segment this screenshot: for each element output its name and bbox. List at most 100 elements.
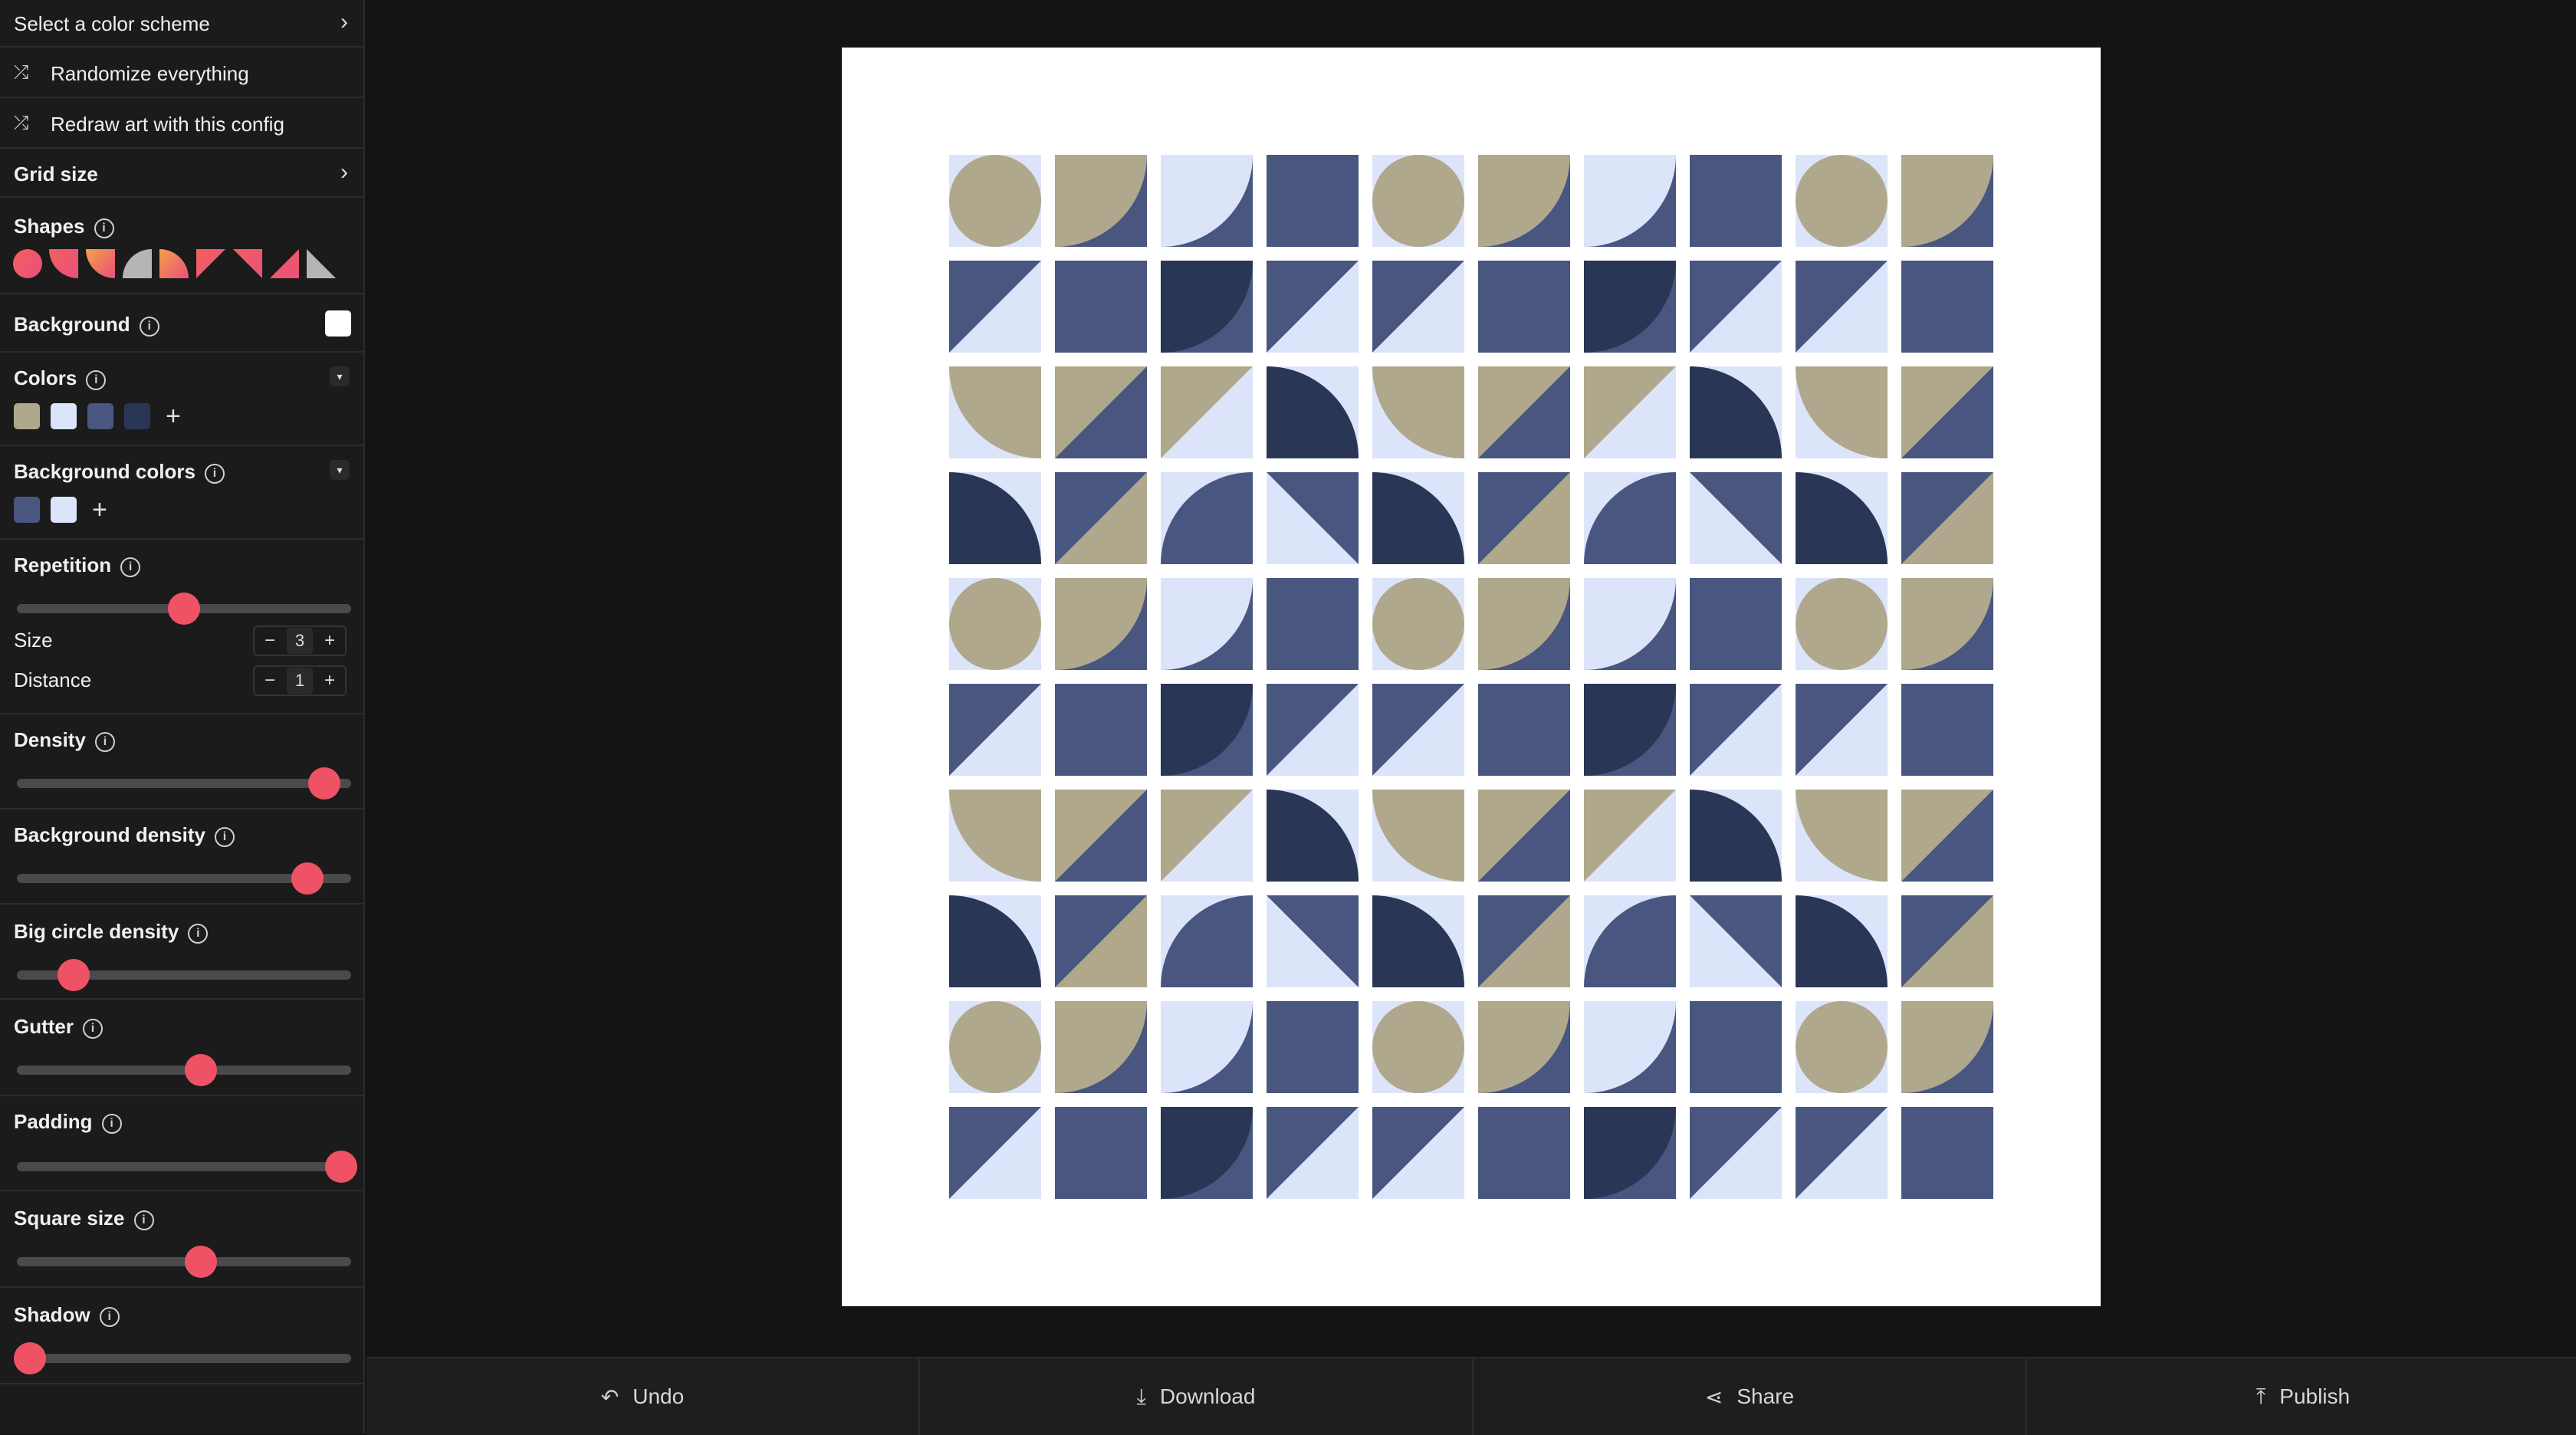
distance-value[interactable]: 1 <box>287 668 313 694</box>
square-size-label: Square size <box>14 1207 125 1230</box>
triangle-shape-icon[interactable] <box>196 249 225 278</box>
background-density-slider-handle[interactable] <box>291 862 324 895</box>
increment-distance-button[interactable]: + <box>314 670 345 691</box>
repetition-slider-handle[interactable] <box>168 593 200 625</box>
art-tile <box>1901 261 1993 353</box>
quarter-circle-orange-shape-icon[interactable] <box>159 249 189 278</box>
big-circle-density-label: Big circle density <box>14 920 179 943</box>
redraw-button[interactable]: ⤮ Redraw art with this config <box>0 98 365 149</box>
undo-button[interactable]: ↶ Undo <box>366 1358 918 1435</box>
square-size-slider-handle[interactable] <box>184 1246 217 1278</box>
color-swatch[interactable] <box>14 403 40 429</box>
background-color-option-swatch[interactable] <box>14 497 40 523</box>
info-icon[interactable]: i <box>133 1210 154 1230</box>
density-slider-track[interactable] <box>17 779 351 788</box>
gutter-slider-handle[interactable] <box>184 1054 217 1086</box>
publish-button[interactable]: ⤒ Publish <box>2027 1358 2576 1435</box>
background-colors-dropdown-caret[interactable]: ▾ <box>330 460 350 480</box>
randomize-label: Randomize everything <box>51 62 249 85</box>
info-icon[interactable]: i <box>204 464 225 484</box>
density-label: Density <box>14 728 86 751</box>
increment-size-button[interactable]: + <box>314 630 345 652</box>
info-icon[interactable]: i <box>94 218 114 238</box>
density-slider-handle[interactable] <box>308 767 341 800</box>
share-button[interactable]: ⋖ Share <box>1474 1358 2026 1435</box>
shuffle-icon: ⤮ <box>14 113 29 133</box>
download-button[interactable]: ⤓ Download <box>920 1358 1472 1435</box>
color-scheme-selector[interactable]: Select a color scheme › <box>0 0 365 48</box>
distance-label: Distance <box>14 668 92 691</box>
shadow-slider-track[interactable] <box>17 1354 351 1363</box>
color-swatch[interactable] <box>87 403 113 429</box>
art-circle <box>1372 578 1464 670</box>
triangle-bottom-shape-icon[interactable] <box>270 249 299 278</box>
info-icon[interactable]: i <box>139 317 159 337</box>
art-tile <box>1055 261 1147 353</box>
decrement-distance-button[interactable]: − <box>255 670 285 691</box>
background-label: Background <box>14 313 130 336</box>
info-icon[interactable]: i <box>83 1019 103 1039</box>
big-circle-density-slider-handle[interactable] <box>58 959 90 991</box>
redraw-label: Redraw art with this config <box>51 113 284 136</box>
art-tile <box>1267 1001 1359 1093</box>
grid-size-section[interactable]: Grid size › <box>0 149 365 198</box>
triangle-right-shape-icon[interactable] <box>233 249 262 278</box>
info-icon[interactable]: i <box>86 370 107 390</box>
quarter-circle-grey-shape-icon[interactable] <box>123 249 152 278</box>
background-density-label: Background density <box>14 823 205 846</box>
background-color-option-swatch[interactable] <box>51 497 77 523</box>
info-icon[interactable]: i <box>94 732 115 752</box>
size-label: Size <box>14 629 53 652</box>
art-circle <box>1372 155 1464 247</box>
undo-label: Undo <box>632 1384 685 1408</box>
randomize-button[interactable]: ⤮ Randomize everything <box>0 48 365 98</box>
padding-section: Padding i <box>0 1096 365 1191</box>
art-circle <box>949 1001 1041 1093</box>
art-tile <box>1690 155 1782 247</box>
color-swatch[interactable] <box>51 403 77 429</box>
art-circle <box>1796 578 1888 670</box>
generated-art <box>949 155 1993 1199</box>
art-tile <box>1690 1001 1782 1093</box>
info-icon[interactable]: i <box>120 557 141 577</box>
background-colors-label: Background colors <box>14 460 196 483</box>
shapes-label: Shapes <box>14 215 85 238</box>
repetition-label: Repetition <box>14 553 112 576</box>
padding-slider-track[interactable] <box>17 1162 351 1171</box>
shuffle-icon: ⤮ <box>14 62 29 83</box>
shadow-slider-handle[interactable] <box>14 1342 47 1374</box>
circle-shape-icon[interactable] <box>13 249 42 278</box>
size-stepper[interactable]: − 3 + <box>253 626 347 656</box>
quarter-circle-shape-icon[interactable] <box>49 249 78 278</box>
padding-slider-handle[interactable] <box>324 1151 357 1183</box>
decrement-size-button[interactable]: − <box>255 630 285 652</box>
info-icon[interactable]: i <box>214 827 235 847</box>
quarter-circle-alt-shape-icon[interactable] <box>86 249 115 278</box>
triangle-grey-shape-icon[interactable] <box>307 249 336 278</box>
art-tile <box>1478 1107 1570 1199</box>
info-icon[interactable]: i <box>99 1307 120 1327</box>
info-icon[interactable]: i <box>101 1114 122 1134</box>
publish-label: Publish <box>2279 1384 2351 1408</box>
size-value[interactable]: 3 <box>287 628 313 654</box>
colors-dropdown-caret[interactable]: ▾ <box>330 366 350 386</box>
shadow-label: Shadow <box>14 1303 90 1326</box>
art-tile <box>1267 155 1359 247</box>
info-icon[interactable]: i <box>188 924 209 944</box>
distance-stepper[interactable]: − 1 + <box>253 665 347 696</box>
download-label: Download <box>1159 1384 1256 1408</box>
undo-icon: ↶ <box>600 1384 619 1409</box>
art-tile <box>1055 684 1147 776</box>
background-color-swatch[interactable] <box>325 310 351 337</box>
density-section: Density i <box>0 714 365 809</box>
padding-label: Padding <box>14 1110 93 1133</box>
art-circle <box>949 155 1041 247</box>
share-label: Share <box>1737 1384 1795 1408</box>
add-background-color-icon[interactable]: + <box>92 497 107 523</box>
add-color-icon[interactable]: + <box>166 403 181 429</box>
colors-label: Colors <box>14 366 77 389</box>
background-section: Background i <box>0 294 365 353</box>
color-swatch[interactable] <box>124 403 150 429</box>
background-colors-section: Background colors i ▾ + <box>0 446 365 540</box>
settings-sidebar: Select a color scheme › ⤮ Randomize ever… <box>0 0 365 1433</box>
